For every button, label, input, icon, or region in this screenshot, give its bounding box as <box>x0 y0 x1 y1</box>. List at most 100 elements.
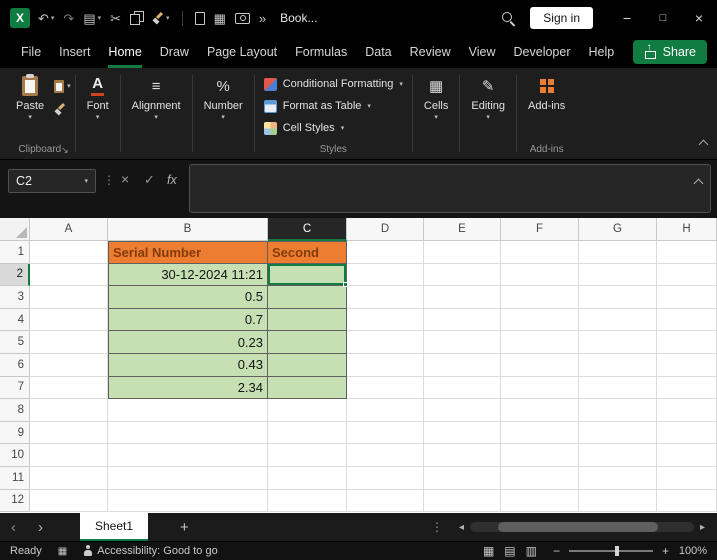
cut-button[interactable]: ✂ <box>110 12 121 25</box>
copy-button[interactable] <box>130 11 145 25</box>
cell-F5[interactable] <box>501 331 579 354</box>
cell-D1[interactable] <box>347 241 424 264</box>
cell-H2[interactable] <box>657 263 717 287</box>
cell-D5[interactable] <box>347 331 424 354</box>
cell-C12[interactable] <box>268 489 347 513</box>
cell-A10[interactable] <box>30 444 108 467</box>
dialog-launcher-icon[interactable]: ↘ <box>61 145 69 156</box>
cell-D3[interactable] <box>347 286 424 309</box>
cell-G3[interactable] <box>579 286 657 309</box>
cell-E6[interactable] <box>424 353 501 377</box>
cell-A8[interactable] <box>30 399 108 422</box>
cell-G8[interactable] <box>579 399 657 422</box>
cell-E5[interactable] <box>424 331 501 354</box>
excel-logo-icon[interactable]: X <box>10 8 30 28</box>
cell-B1[interactable]: Serial Number <box>108 241 268 264</box>
paste-button[interactable]: Paste ▾ <box>9 72 51 123</box>
collapse-ribbon-button[interactable] <box>698 135 709 153</box>
signin-button[interactable]: Sign in <box>530 7 593 29</box>
cell-C7[interactable] <box>268 376 347 400</box>
row-header-11[interactable]: 11 <box>0 466 30 490</box>
cell-F8[interactable] <box>501 399 579 422</box>
cell-E10[interactable] <box>424 444 501 467</box>
row-header-3[interactable]: 3 <box>0 286 30 309</box>
zoom-slider-thumb[interactable] <box>615 546 620 556</box>
cell-H7[interactable] <box>657 376 717 400</box>
cell-styles-button[interactable]: Cell Styles ▾ <box>259 119 349 137</box>
redo-button[interactable]: ↷ <box>63 12 74 25</box>
toolbar-overflow-button[interactable]: » <box>259 12 266 25</box>
cell-C9[interactable] <box>268 421 347 445</box>
cell-B7[interactable]: 2.34 <box>108 376 268 400</box>
cell-G6[interactable] <box>579 353 657 377</box>
cell-B5[interactable]: 0.23 <box>108 331 268 354</box>
cell-B2[interactable]: 30-12-2024 11:21 <box>108 263 268 287</box>
cell-E11[interactable] <box>424 466 501 490</box>
cell-A11[interactable] <box>30 466 108 490</box>
tab-file[interactable]: File <box>12 36 50 68</box>
cell-F4[interactable] <box>501 308 579 332</box>
cell-E3[interactable] <box>424 286 501 309</box>
cell-H3[interactable] <box>657 286 717 309</box>
sheet-nav-forward-icon[interactable]: › <box>27 520 54 535</box>
cell-E1[interactable] <box>424 241 501 264</box>
cell-F6[interactable] <box>501 353 579 377</box>
macro-record-icon[interactable]: ▦ <box>58 546 67 557</box>
column-header-A[interactable]: A <box>30 218 108 241</box>
cell-H5[interactable] <box>657 331 717 354</box>
cell-G9[interactable] <box>579 421 657 445</box>
cell-H9[interactable] <box>657 421 717 445</box>
cell-G12[interactable] <box>579 489 657 513</box>
tab-view[interactable]: View <box>460 36 505 68</box>
cell-H12[interactable] <box>657 489 717 513</box>
cell-C11[interactable] <box>268 466 347 490</box>
row-header-1[interactable]: 1 <box>0 241 30 264</box>
format-painter-button[interactable] <box>54 103 71 116</box>
zoom-out-button[interactable]: − <box>553 544 560 558</box>
cell-B4[interactable]: 0.7 <box>108 308 268 332</box>
page-break-view-icon[interactable]: ▥ <box>526 544 537 558</box>
name-box[interactable]: C2 ▾ <box>8 169 96 193</box>
paste-options-button[interactable]: ▾ <box>54 80 71 93</box>
number-button[interactable]: % Number ▾ <box>197 72 250 123</box>
column-header-H[interactable]: H <box>657 218 717 241</box>
cell-A2[interactable] <box>30 263 108 287</box>
cell-F12[interactable] <box>501 489 579 513</box>
cell-H1[interactable] <box>657 241 717 264</box>
add-sheet-button[interactable]: + <box>180 519 189 536</box>
close-button[interactable]: × <box>681 0 717 36</box>
insert-function-icon[interactable]: fx <box>167 173 177 187</box>
cell-G11[interactable] <box>579 466 657 490</box>
chevron-down-icon[interactable]: ▾ <box>98 15 102 22</box>
row-header-8[interactable]: 8 <box>0 399 30 422</box>
cell-H8[interactable] <box>657 399 717 422</box>
alignment-button[interactable]: ≡ Alignment ▾ <box>125 72 188 123</box>
tab-home[interactable]: Home <box>99 36 150 68</box>
page-layout-view-icon[interactable]: ▤ <box>504 544 515 558</box>
cell-D9[interactable] <box>347 421 424 445</box>
cell-D4[interactable] <box>347 308 424 332</box>
cell-D11[interactable] <box>347 466 424 490</box>
cell-C2[interactable] <box>268 263 348 288</box>
cell-F9[interactable] <box>501 421 579 445</box>
cell-B8[interactable] <box>108 399 268 422</box>
cell-D10[interactable] <box>347 444 424 467</box>
cell-G10[interactable] <box>579 444 657 467</box>
cell-F3[interactable] <box>501 286 579 309</box>
cell-H6[interactable] <box>657 353 717 377</box>
cell-H4[interactable] <box>657 308 717 332</box>
row-header-9[interactable]: 9 <box>0 421 30 445</box>
accessibility-status-label[interactable]: Accessibility: Good to go <box>97 545 217 557</box>
cell-C10[interactable] <box>268 444 347 467</box>
tab-help[interactable]: Help <box>580 36 624 68</box>
scroll-right-icon[interactable]: ▸ <box>696 522 709 533</box>
cancel-icon[interactable]: × <box>121 171 129 187</box>
cell-D12[interactable] <box>347 489 424 513</box>
select-all-corner[interactable] <box>0 218 30 241</box>
column-header-C[interactable]: C <box>268 218 347 241</box>
cell-E12[interactable] <box>424 489 501 513</box>
formula-input[interactable] <box>189 164 711 213</box>
scroll-left-icon[interactable]: ◂ <box>455 522 468 533</box>
horizontal-scrollbar[interactable] <box>469 522 694 532</box>
fill-handle[interactable] <box>343 282 348 288</box>
